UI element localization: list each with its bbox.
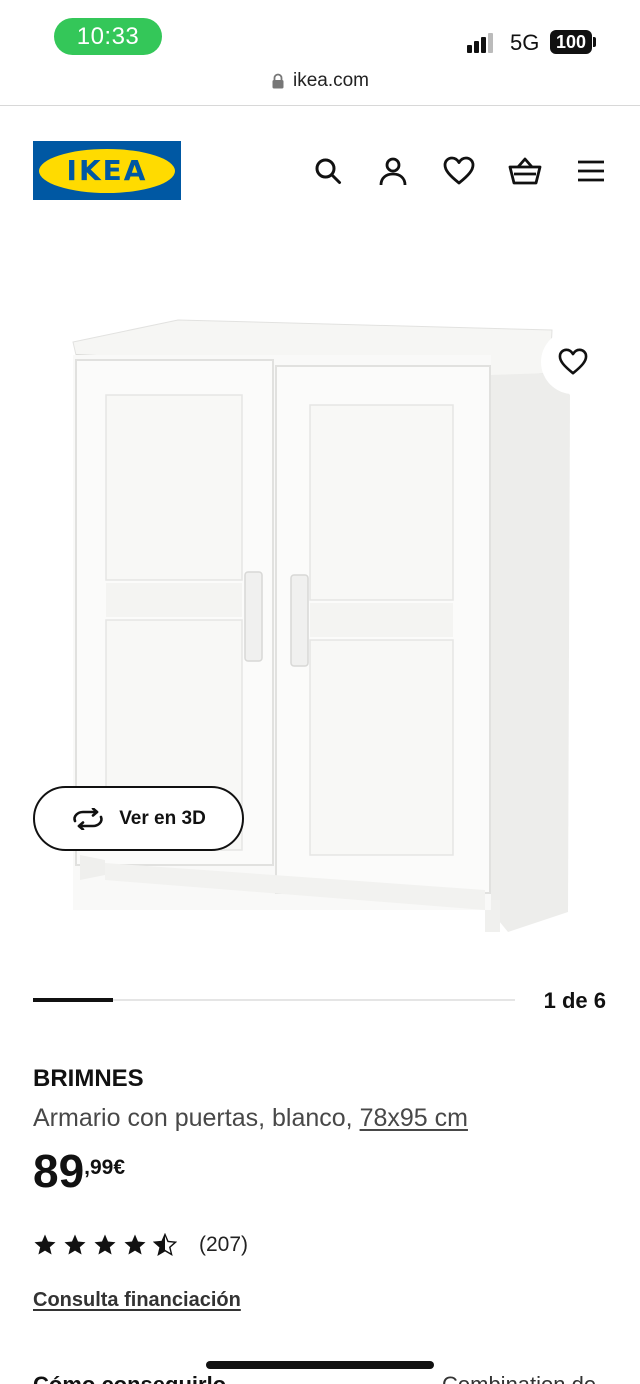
star-icon: [123, 1232, 153, 1258]
heart-icon: [558, 348, 588, 375]
home-indicator: [206, 1361, 434, 1369]
add-to-wishlist-button[interactable]: [541, 330, 605, 394]
menu-icon[interactable]: [573, 153, 609, 189]
ikea-logo[interactable]: IKEA: [33, 141, 181, 200]
product-price: 89 ,99€: [33, 1148, 125, 1202]
header-actions: [308, 153, 608, 189]
gallery-progress-track: [33, 998, 515, 1002]
star-icon: [93, 1232, 123, 1258]
signal-icon: [467, 31, 501, 53]
financing-link[interactable]: Consulta financiación: [33, 1289, 241, 1312]
product-description: Armario con puertas, blanco, 78x95 cm: [33, 1104, 468, 1133]
logo-text: IKEA: [66, 154, 148, 187]
battery-tip: [593, 37, 596, 47]
price-decimal: ,99€: [84, 1156, 126, 1179]
lock-icon: [271, 73, 285, 89]
product-name: BRIMNES: [33, 1065, 144, 1092]
gallery-counter: 1 de 6: [543, 988, 606, 1013]
product-size-link[interactable]: 78x95 cm: [360, 1104, 468, 1132]
account-icon[interactable]: [375, 153, 411, 189]
review-count: (207): [199, 1233, 249, 1256]
product-rating[interactable]: (207): [33, 1231, 248, 1259]
status-time: 10:33: [54, 18, 162, 55]
battery-icon: 100: [550, 30, 592, 54]
logo-oval: IKEA: [39, 148, 175, 193]
gallery-progress-fill: [33, 998, 114, 1002]
combination-heading[interactable]: Combination de: [442, 1372, 596, 1384]
product-image[interactable]: [0, 300, 640, 950]
network-type: 5G: [510, 30, 540, 55]
divider: [0, 105, 640, 106]
address-bar[interactable]: ikea.com: [0, 66, 640, 96]
view-in-3d-button[interactable]: Ver en 3D: [33, 786, 244, 851]
rotate-3d-icon: [73, 807, 103, 830]
search-icon[interactable]: [310, 153, 346, 189]
rating-stars: [33, 1232, 183, 1258]
availability-heading[interactable]: Cómo conseguirlo: [33, 1372, 226, 1384]
star-icon: [63, 1232, 93, 1258]
product-description-text: Armario con puertas, blanco,: [33, 1104, 360, 1132]
cabinet-illustration: [72, 319, 570, 932]
basket-icon[interactable]: [507, 153, 543, 189]
star-icon: [33, 1232, 63, 1258]
price-integer: 89: [33, 1145, 85, 1197]
wishlist-icon[interactable]: [441, 153, 477, 189]
status-bar: 10:33 5G 100: [0, 0, 640, 62]
url-text: ikea.com: [292, 70, 370, 91]
view-in-3d-label: Ver en 3D: [119, 807, 206, 829]
star-icon: [153, 1232, 183, 1258]
